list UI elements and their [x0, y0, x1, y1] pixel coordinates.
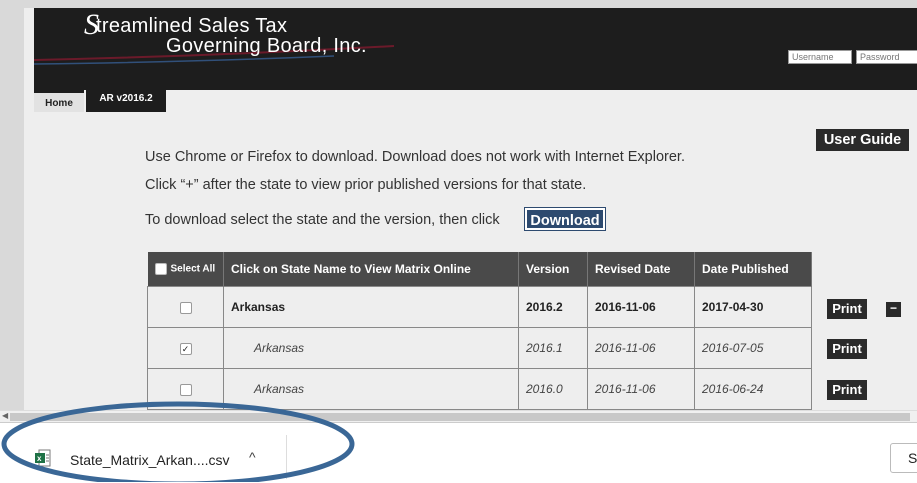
username-field[interactable]: Username — [788, 50, 852, 64]
tab-ar-version[interactable]: AR v2016.2 — [86, 90, 166, 112]
published-date-cell: 2017-04-30 — [694, 286, 812, 328]
version-cell: 2016.0 — [518, 368, 588, 410]
row-select-cell — [147, 286, 224, 328]
published-date-cell: 2016-06-24 — [694, 368, 812, 410]
state-name-header: Click on State Name to View Matrix Onlin… — [223, 252, 519, 287]
version-cell: 2016.2 — [518, 286, 588, 328]
table-row: ✓ Arkansas 2016.1 2016-11-06 2016-07-05 — [147, 327, 812, 369]
show-all-button[interactable]: S — [890, 443, 917, 473]
state-link[interactable]: Arkansas — [223, 286, 519, 328]
collapse-button[interactable]: − — [886, 302, 901, 317]
site-header: S treamlined Sales Tax Governing Board, … — [34, 8, 917, 90]
tab-home[interactable]: Home — [34, 90, 84, 112]
divider — [286, 435, 287, 479]
table-row: Arkansas 2016.2 2016-11-06 2017-04-30 — [147, 286, 812, 328]
browser-note: Use Chrome or Firefox to download. Downl… — [145, 149, 685, 165]
download-shelf: x State_Matrix_Arkan....csv ^ S — [0, 422, 917, 483]
select-all-header[interactable]: Select All — [147, 252, 224, 287]
print-button[interactable]: Print — [827, 339, 867, 359]
svg-text:x: x — [37, 454, 42, 463]
expand-note: Click “+” after the state to view prior … — [145, 177, 587, 193]
state-link[interactable]: Arkansas — [223, 327, 519, 369]
select-all-checkbox[interactable] — [154, 263, 167, 275]
date-published-header: Date Published — [694, 252, 812, 287]
main-content: User Guide Use Chrome or Firefox to down… — [34, 112, 917, 410]
browser-top-edge — [0, 0, 917, 8]
logo-line-2: Governing Board, Inc. — [166, 35, 367, 57]
row-select-cell: ✓ — [147, 327, 224, 369]
row-checkbox-checked[interactable]: ✓ — [179, 342, 192, 355]
scroll-left-arrow-icon[interactable]: ◀ — [2, 411, 8, 420]
row-checkbox[interactable] — [179, 301, 192, 314]
web-page: S treamlined Sales Tax Governing Board, … — [24, 8, 917, 410]
version-cell: 2016.1 — [518, 327, 588, 369]
published-date-cell: 2016-07-05 — [694, 327, 812, 369]
matrix-table: Select All Click on State Name to View M… — [147, 252, 812, 410]
revised-date-cell: 2016-11-06 — [587, 327, 695, 369]
download-instructions: To download select the state and the ver… — [145, 212, 500, 228]
user-guide-button[interactable]: User Guide — [816, 129, 909, 151]
scrollbar-thumb[interactable] — [10, 413, 910, 421]
row-checkbox[interactable] — [179, 383, 192, 396]
browser-left-edge — [0, 0, 24, 410]
revised-date-header: Revised Date — [587, 252, 695, 287]
password-field[interactable]: Password — [856, 50, 917, 64]
revised-date-cell: 2016-11-06 — [587, 286, 695, 328]
table-header-row: Select All Click on State Name to View M… — [147, 252, 812, 287]
print-button[interactable]: Print — [827, 299, 867, 319]
download-button[interactable]: Download — [524, 207, 606, 231]
state-link[interactable]: Arkansas — [223, 368, 519, 410]
revised-date-cell: 2016-11-06 — [587, 368, 695, 410]
select-all-label: Select All — [170, 263, 216, 275]
version-header: Version — [518, 252, 588, 287]
chevron-up-icon[interactable]: ^ — [249, 449, 256, 465]
download-filename[interactable]: State_Matrix_Arkan....csv — [70, 452, 230, 468]
excel-file-icon: x — [35, 449, 51, 467]
print-button[interactable]: Print — [827, 380, 867, 400]
table-row: Arkansas 2016.0 2016-11-06 2016-06-24 — [147, 368, 812, 410]
row-select-cell — [147, 368, 224, 410]
